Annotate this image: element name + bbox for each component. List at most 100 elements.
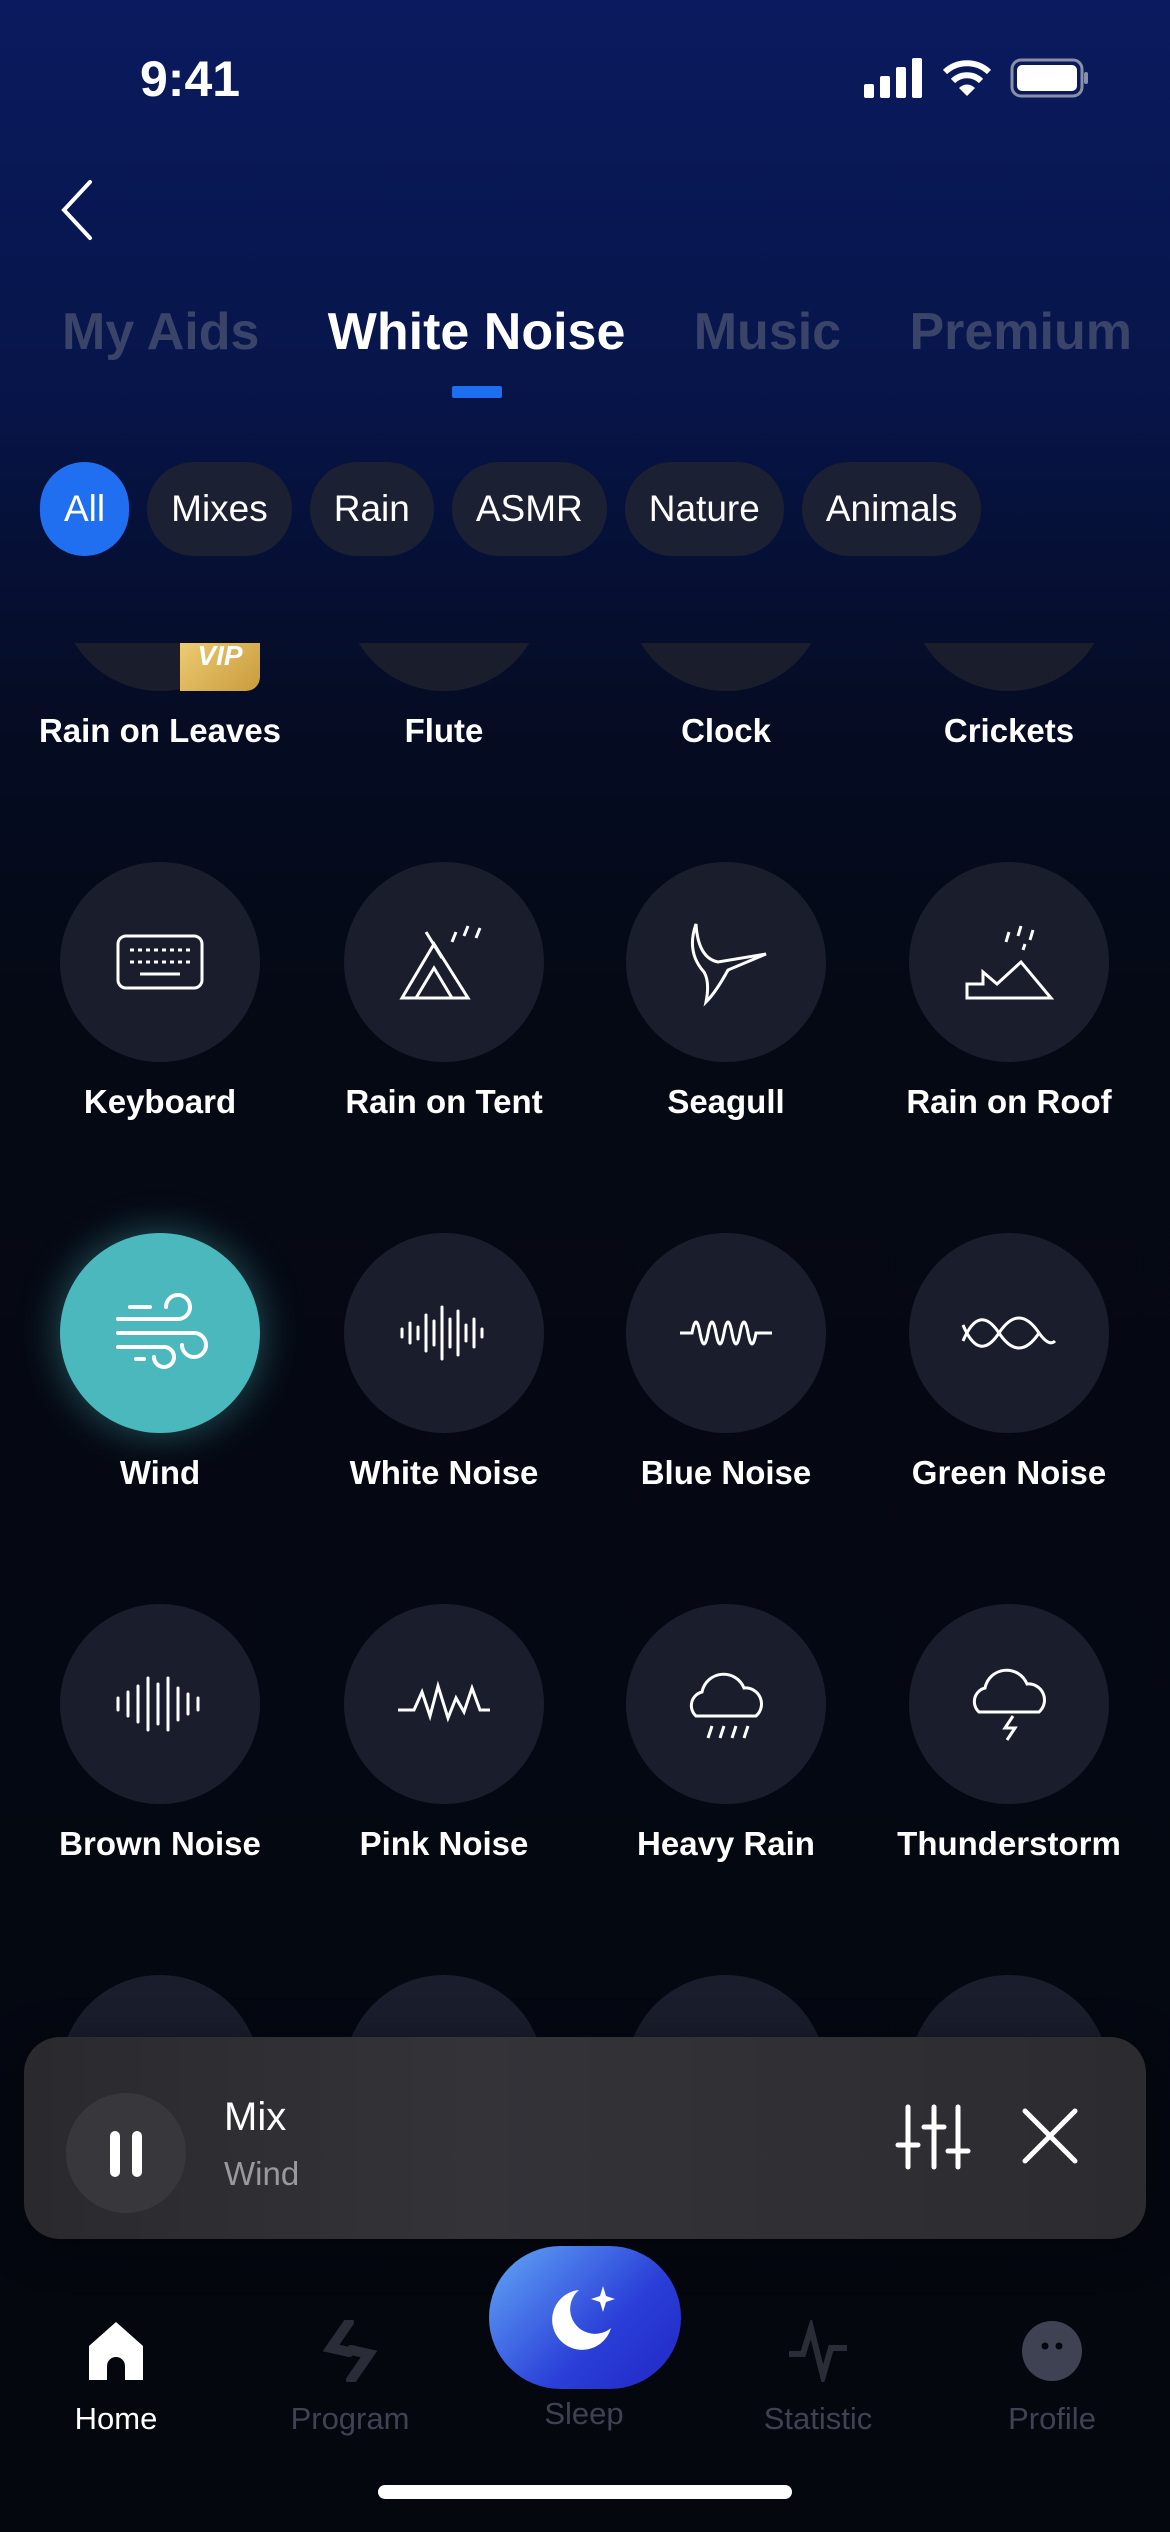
sound-button[interactable] bbox=[626, 1233, 826, 1433]
sound-item[interactable]: Rain on Roof bbox=[869, 862, 1149, 1122]
status-icons bbox=[864, 58, 1090, 98]
home-icon bbox=[89, 2322, 143, 2380]
chip-asmr[interactable]: ASMR bbox=[451, 462, 607, 556]
sound-label: Rain on Roof bbox=[906, 1083, 1112, 1120]
sound-label: Crickets bbox=[943, 712, 1075, 749]
profile-icon bbox=[1022, 2321, 1082, 2381]
sound-item[interactable]: Heavy Rain bbox=[586, 1604, 866, 1864]
sound-button[interactable] bbox=[60, 1604, 260, 1804]
sound-item[interactable]: Keyboard bbox=[20, 862, 300, 1122]
sound-label: Pink Noise bbox=[359, 1825, 529, 1862]
sound-item[interactable]: Flute bbox=[304, 643, 584, 751]
sound-item[interactable]: Clock bbox=[586, 643, 866, 751]
nav-statistic[interactable]: Statistic bbox=[718, 2316, 918, 2437]
sound-item[interactable]: Thunderstorm bbox=[869, 1604, 1149, 1864]
sound-label: Clock bbox=[681, 712, 771, 749]
tab-music[interactable]: Music bbox=[694, 302, 841, 362]
sound-label: Green Noise bbox=[911, 1454, 1107, 1491]
sound-item[interactable]: Pink Noise bbox=[304, 1604, 584, 1864]
sound-button[interactable] bbox=[909, 1233, 1109, 1433]
vip-badge: VIP bbox=[180, 643, 260, 691]
sound-button[interactable] bbox=[60, 862, 260, 1062]
mixer-sliders-icon[interactable] bbox=[894, 2097, 974, 2177]
tab-my-aids[interactable]: My Aids bbox=[62, 302, 259, 362]
sound-label: Thunderstorm bbox=[897, 1825, 1121, 1862]
wifi-icon bbox=[942, 60, 992, 96]
rain-cloud-icon bbox=[689, 1672, 763, 1739]
nav-profile[interactable]: Profile bbox=[952, 2320, 1152, 2437]
chip-nature[interactable]: Nature bbox=[624, 462, 784, 556]
sound-button[interactable] bbox=[909, 1604, 1109, 1804]
sound-button[interactable] bbox=[344, 862, 544, 1062]
sound-button[interactable] bbox=[344, 1233, 544, 1433]
pause-button[interactable] bbox=[66, 2093, 186, 2213]
sound-button[interactable] bbox=[909, 643, 1109, 691]
sound-label: Brown Noise bbox=[59, 1825, 261, 1862]
sound-button[interactable] bbox=[344, 643, 544, 691]
sound-grid: VIP Rain on Leaves Flute Clock Crickets Keybo… bbox=[0, 643, 1170, 2263]
nav-home-label: Home bbox=[74, 2401, 158, 2436]
program-icon bbox=[322, 2317, 378, 2385]
nav-program[interactable]: Program bbox=[250, 2317, 450, 2437]
mini-player[interactable]: Mix Wind bbox=[24, 2037, 1146, 2239]
sound-item[interactable]: Blue Noise bbox=[586, 1233, 866, 1493]
sound-item[interactable]: Rain on Tent bbox=[304, 862, 584, 1122]
sound-label: White Noise bbox=[349, 1454, 539, 1491]
nav-program-label: Program bbox=[290, 2401, 410, 2436]
battery-icon bbox=[1010, 58, 1088, 98]
sound-label: Rain on Tent bbox=[345, 1083, 543, 1120]
sound-button[interactable] bbox=[60, 1233, 260, 1433]
sound-label: Wind bbox=[119, 1454, 201, 1491]
signal-icon bbox=[864, 58, 922, 98]
storm-cloud-icon bbox=[972, 1668, 1046, 1741]
nav-sleep-label: Sleep bbox=[544, 2396, 624, 2431]
sine-wave-icon bbox=[961, 1316, 1057, 1350]
sound-button[interactable] bbox=[626, 862, 826, 1062]
sound-button[interactable]: VIP bbox=[60, 643, 260, 691]
sound-label: Seagull bbox=[667, 1083, 785, 1120]
sound-button[interactable] bbox=[626, 1604, 826, 1804]
sound-item[interactable]: White Noise bbox=[304, 1233, 584, 1493]
wind-icon bbox=[116, 1293, 208, 1369]
bird-icon bbox=[690, 923, 767, 1007]
sound-button[interactable] bbox=[626, 643, 826, 691]
player-subtitle: Wind bbox=[224, 2155, 300, 2192]
player-title: Mix bbox=[224, 2095, 287, 2139]
keyboard-icon bbox=[116, 934, 204, 990]
sound-item[interactable]: Wind bbox=[20, 1233, 300, 1493]
sound-label: Rain on Leaves bbox=[38, 712, 282, 749]
nav-sleep[interactable]: Sleep bbox=[484, 2382, 684, 2432]
sound-button[interactable] bbox=[909, 862, 1109, 1062]
bars-wave-icon bbox=[116, 1676, 200, 1732]
sound-label: Keyboard bbox=[83, 1083, 237, 1120]
sound-item[interactable]: Green Noise bbox=[869, 1233, 1149, 1493]
filter-chips: All Mixes Rain ASMR Nature Animals bbox=[40, 462, 982, 556]
chip-rain[interactable]: Rain bbox=[309, 462, 434, 556]
pause-icon bbox=[110, 2131, 142, 2177]
close-icon[interactable] bbox=[1019, 2105, 1081, 2167]
sound-item[interactable]: VIP Rain on Leaves bbox=[20, 643, 300, 751]
nav-profile-label: Profile bbox=[1008, 2401, 1096, 2436]
zigzag-wave-icon bbox=[398, 1680, 490, 1723]
category-tabs: My Aids White Noise Music Premium bbox=[62, 302, 1132, 398]
status-time: 9:41 bbox=[140, 51, 241, 107]
sound-item[interactable]: Brown Noise bbox=[20, 1604, 300, 1864]
tent-icon bbox=[399, 925, 482, 1000]
sound-item[interactable]: Seagull bbox=[586, 862, 866, 1122]
sound-item[interactable]: Crickets bbox=[869, 643, 1149, 751]
chip-mixes[interactable]: Mixes bbox=[147, 462, 292, 556]
chip-all[interactable]: All bbox=[40, 462, 130, 556]
nav-home[interactable]: Home bbox=[16, 2320, 216, 2437]
back-chevron-icon[interactable] bbox=[58, 178, 98, 242]
home-indicator bbox=[378, 2485, 792, 2499]
roof-icon bbox=[965, 925, 1055, 1000]
tab-premium[interactable]: Premium bbox=[909, 302, 1132, 362]
sound-label: Flute bbox=[404, 712, 484, 749]
chip-animals[interactable]: Animals bbox=[801, 462, 982, 556]
waveform-icon bbox=[400, 1305, 484, 1361]
moon-icon bbox=[552, 2285, 615, 2350]
sound-button[interactable] bbox=[344, 1604, 544, 1804]
tab-white-noise[interactable]: White Noise bbox=[328, 302, 625, 398]
sleep-button[interactable] bbox=[489, 2246, 681, 2389]
sound-label: Heavy Rain bbox=[637, 1825, 815, 1862]
